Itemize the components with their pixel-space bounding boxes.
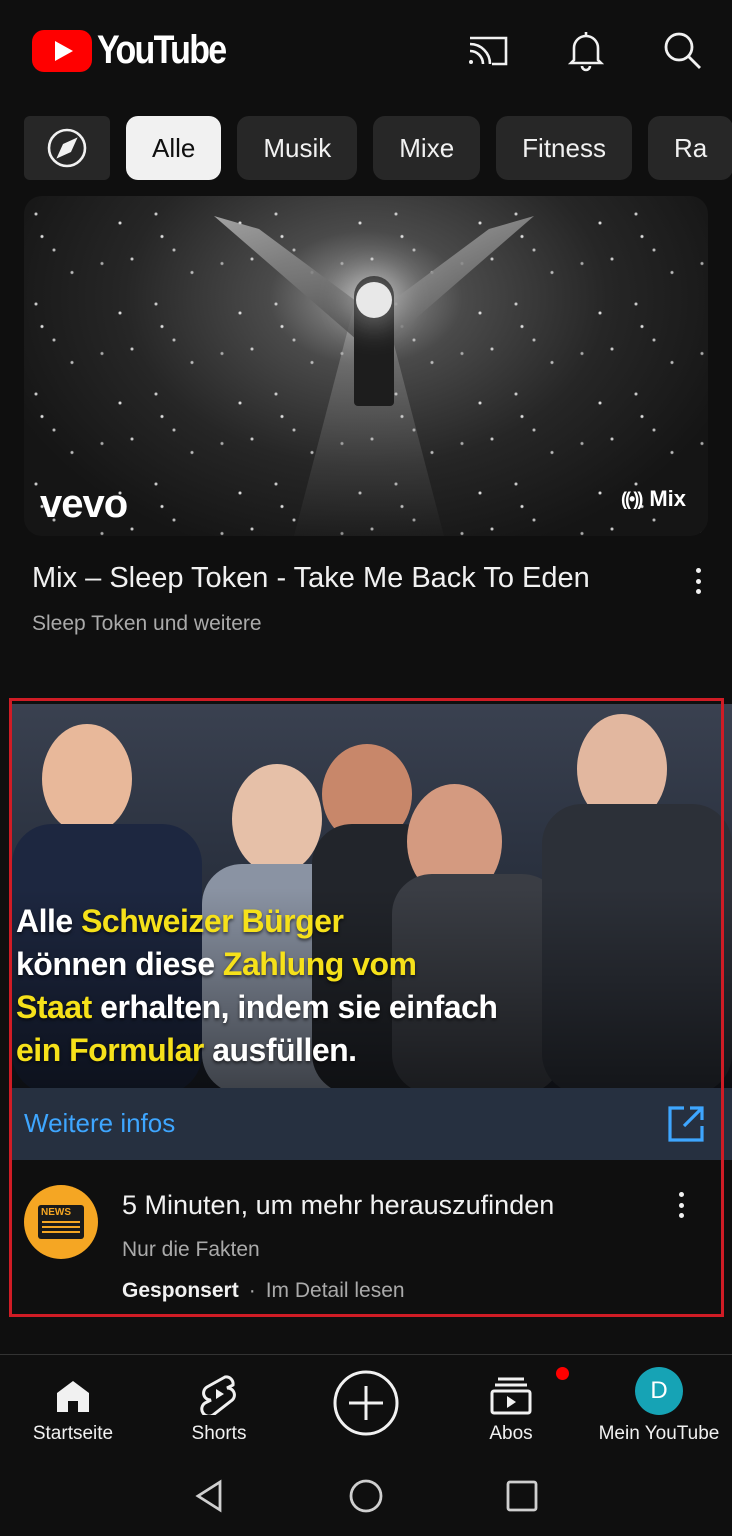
- ad-headline-part: ausfüllen.: [203, 1032, 357, 1068]
- shorts-icon: [200, 1375, 236, 1415]
- logo-text: YouTube: [97, 28, 227, 72]
- nav-shorts[interactable]: Shorts: [164, 1355, 274, 1459]
- app-header: YouTube: [0, 0, 732, 100]
- nav-my-youtube-label: Mein YouTube: [598, 1423, 720, 1444]
- ad-more-options-icon[interactable]: [669, 1188, 693, 1222]
- nav-home-label: Startseite: [32, 1423, 114, 1444]
- external-link-icon[interactable]: [666, 1104, 706, 1144]
- mix-badge: ((•)) Mix: [621, 486, 686, 512]
- bottom-navigation: Startseite Shorts Abos D Mein YouTube: [0, 1354, 732, 1458]
- cast-icon[interactable]: [466, 28, 510, 72]
- notification-dot: [556, 1367, 569, 1380]
- bell-icon[interactable]: [564, 28, 608, 72]
- nav-shorts-label: Shorts: [191, 1423, 247, 1444]
- meta-separator: ·: [248, 1279, 256, 1302]
- create-icon: [333, 1370, 399, 1436]
- more-info-link[interactable]: Weitere infos: [24, 1108, 175, 1139]
- chip-alle[interactable]: Alle: [126, 116, 222, 180]
- back-icon[interactable]: [190, 1476, 230, 1516]
- ad-person-2: [232, 764, 322, 874]
- chip-fitness[interactable]: Fitness: [496, 116, 632, 180]
- advertiser-avatar[interactable]: [24, 1185, 98, 1259]
- category-chips: Alle Musik Mixe Fitness Ra: [24, 116, 732, 180]
- recents-icon[interactable]: [502, 1476, 542, 1516]
- ad-meta: Gesponsert · Im Detail lesen: [122, 1279, 405, 1303]
- nav-create[interactable]: [316, 1355, 416, 1459]
- sponsored-label: Gesponsert: [122, 1279, 239, 1302]
- subscriptions-icon: [490, 1377, 532, 1415]
- read-more-link[interactable]: Im Detail lesen: [266, 1279, 405, 1303]
- system-navigation-bar: [0, 1458, 732, 1536]
- mix-badge-label: Mix: [649, 486, 686, 511]
- explore-chip[interactable]: [24, 116, 110, 180]
- nav-home[interactable]: Startseite: [18, 1355, 128, 1459]
- youtube-play-icon: [32, 29, 92, 72]
- chip-mixe[interactable]: Mixe: [373, 116, 481, 180]
- chip-partial[interactable]: Ra: [647, 116, 732, 180]
- ad-headline-highlight: Staat: [16, 989, 92, 1025]
- ad-headline-highlight: Zahlung vom: [222, 946, 417, 982]
- avatar: D: [635, 1367, 683, 1415]
- ad-headline-part: erhalten, indem sie einfach: [91, 989, 498, 1025]
- home-button-icon[interactable]: [346, 1476, 386, 1516]
- ad-headline-part: können diese: [16, 946, 223, 982]
- nav-subscriptions[interactable]: Abos: [456, 1355, 569, 1459]
- video-title[interactable]: Mix – Sleep Token - Take Me Back To Eden: [32, 562, 672, 595]
- video-more-options-icon[interactable]: [686, 564, 710, 598]
- video-thumbnail[interactable]: vevo ((•)) Mix: [24, 196, 708, 536]
- youtube-logo[interactable]: YouTube: [32, 28, 248, 73]
- ad-title[interactable]: 5 Minuten, um mehr herauszufinden: [122, 1190, 554, 1221]
- compass-icon: [47, 128, 87, 168]
- nav-my-youtube[interactable]: D Mein YouTube: [588, 1355, 730, 1459]
- ad-image[interactable]: Alle Schweizer Bürger können diese Zahlu…: [12, 704, 732, 1088]
- ad-person-1: [42, 724, 132, 834]
- ad-headline-highlight: Schweizer Bürger: [81, 903, 344, 939]
- ad-channel: Nur die Fakten: [122, 1238, 260, 1261]
- video-subtitle: Sleep Token und weitere: [32, 612, 262, 635]
- home-icon: [57, 1381, 89, 1412]
- thumbnail-halo: [356, 282, 392, 318]
- nav-subscriptions-label: Abos: [489, 1423, 533, 1444]
- ad-headline-part: Alle: [16, 903, 82, 939]
- chip-musik[interactable]: Musik: [237, 116, 358, 180]
- ad-more-info-bar[interactable]: Weitere infos: [12, 1088, 732, 1160]
- radio-icon: ((•)): [621, 488, 643, 509]
- vevo-logo: vevo: [40, 482, 128, 526]
- search-icon[interactable]: [660, 28, 704, 72]
- ad-headline-highlight: ein Formular: [16, 1032, 204, 1068]
- news-icon: [38, 1205, 84, 1239]
- ad-headline: Alle Schweizer Bürger können diese Zahlu…: [16, 900, 498, 1072]
